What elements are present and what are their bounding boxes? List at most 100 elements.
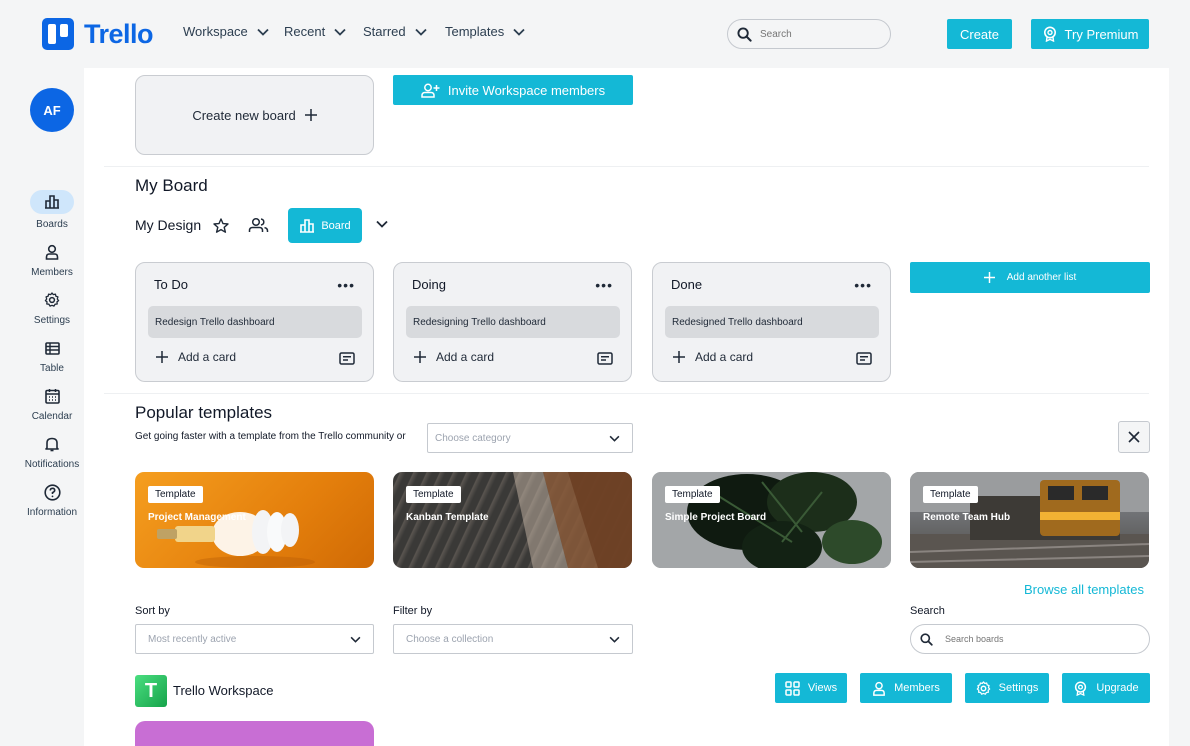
person-icon <box>873 681 885 696</box>
template-card-simple-project-board[interactable]: Template Simple Project Board <box>652 472 891 568</box>
more-icon[interactable]: ••• <box>337 277 355 293</box>
upgrade-label: Upgrade <box>1096 682 1139 694</box>
list-to-do: To Do ••• Redesign Trello dashboard Add … <box>135 262 374 382</box>
add-card-button[interactable]: Add a card <box>414 350 494 364</box>
nav-workspace[interactable]: Workspace <box>183 24 269 39</box>
workspace-logo: T <box>135 675 167 707</box>
create-new-board-label: Create new board <box>192 107 296 123</box>
sidebar-item-notifications[interactable]: Notifications <box>16 433 88 470</box>
add-another-list-button[interactable]: Add another list <box>910 262 1150 293</box>
avatar[interactable]: AF <box>30 88 74 132</box>
try-premium-button[interactable]: Try Premium <box>1031 19 1149 49</box>
add-card-label: Add a card <box>436 350 495 364</box>
add-card-button[interactable]: Add a card <box>673 350 753 364</box>
template-card-remote-team-hub[interactable]: Template Remote Team Hub <box>910 472 1149 568</box>
person-icon <box>30 241 74 263</box>
members-icon <box>248 217 269 232</box>
card[interactable]: Redesigned Trello dashboard <box>665 306 879 338</box>
members-label: Members <box>894 682 940 694</box>
filter-by-value: Choose a collection <box>406 633 494 645</box>
sidebar-item-calendar[interactable]: Calendar <box>16 385 88 422</box>
card-template-icon[interactable] <box>856 352 872 365</box>
invite-workspace-members-button[interactable]: Invite Workspace members <box>393 75 633 105</box>
workspace-members-button[interactable]: Members <box>860 673 952 703</box>
sidebar-item-members[interactable]: Members <box>16 241 88 278</box>
more-icon[interactable]: ••• <box>854 277 872 293</box>
gear-icon <box>976 680 990 695</box>
search-boards-input[interactable] <box>945 634 1125 644</box>
plus-icon <box>673 351 685 363</box>
add-card-button[interactable]: Add a card <box>156 350 236 364</box>
workspace-name: Trello Workspace <box>173 683 274 698</box>
chevron-down-icon <box>609 636 620 643</box>
sidebar-item-settings[interactable]: Settings <box>16 289 88 326</box>
card-template-icon[interactable] <box>339 352 355 365</box>
search-icon <box>920 632 933 646</box>
top-bar: Trello Workspace Recent Starred Template… <box>0 0 1190 68</box>
workspace-settings-button[interactable]: Settings <box>965 673 1049 703</box>
more-icon[interactable]: ••• <box>595 277 613 293</box>
plus-icon <box>414 351 426 363</box>
sidebar-item-label: Settings <box>33 315 71 326</box>
nav-label: Workspace <box>183 24 248 39</box>
help-icon <box>30 481 74 503</box>
list-title: Doing <box>412 277 446 292</box>
card[interactable]: Redesign Trello dashboard <box>148 306 362 338</box>
workspace-views-button[interactable]: Views <box>775 673 847 703</box>
board-view-button[interactable]: Board <box>288 208 362 243</box>
view-switcher-dropdown[interactable] <box>376 220 388 228</box>
sidebar-item-information[interactable]: Information <box>16 481 88 518</box>
search-boards[interactable] <box>910 624 1150 654</box>
sort-by-value: Most recently active <box>148 633 237 645</box>
board-members-button[interactable] <box>248 217 269 233</box>
card-template-icon[interactable] <box>597 352 613 365</box>
sidebar-item-table[interactable]: Table <box>16 337 88 374</box>
try-premium-label: Try Premium <box>1064 26 1139 42</box>
trello-logo[interactable]: Trello <box>42 18 154 50</box>
views-label: Views <box>807 682 838 694</box>
template-name: Kanban Template <box>406 512 489 523</box>
boards-icon <box>300 218 315 233</box>
chevron-down-icon <box>609 435 620 442</box>
my-board-title: My Board <box>135 176 208 195</box>
template-card-kanban[interactable]: Template Kanban Template <box>393 472 632 568</box>
browse-all-templates-link[interactable]: Browse all templates <box>1024 582 1144 597</box>
nav-templates[interactable]: Templates <box>445 24 525 39</box>
workspace-board-tile[interactable] <box>135 721 374 746</box>
create-new-board-button[interactable]: Create new board <box>135 75 374 155</box>
plus-icon <box>304 109 317 121</box>
create-button[interactable]: Create <box>947 19 1012 49</box>
invite-label: Invite Workspace members <box>447 82 606 98</box>
close-templates-button[interactable] <box>1118 421 1150 453</box>
add-list-label: Add another list <box>1006 272 1077 283</box>
sidebar-item-label: Table <box>40 363 64 374</box>
board-view-label: Board <box>321 219 351 232</box>
search-label: Search <box>910 605 945 617</box>
workspace-upgrade-button[interactable]: Upgrade <box>1062 673 1150 703</box>
table-icon <box>30 337 74 359</box>
workspace-logo-letter: T <box>144 679 158 702</box>
sort-by-select[interactable]: Most recently active <box>135 624 374 654</box>
star-button[interactable] <box>213 218 229 233</box>
sort-by-label: Sort by <box>135 605 170 617</box>
sidebar-item-label: Members <box>31 267 73 278</box>
nav-starred[interactable]: Starred <box>363 24 427 39</box>
sidebar-item-boards[interactable]: Boards <box>16 190 88 230</box>
nav-recent[interactable]: Recent <box>284 24 346 39</box>
top-search[interactable] <box>727 19 891 49</box>
close-icon <box>1128 431 1140 443</box>
filter-by-select[interactable]: Choose a collection <box>393 624 633 654</box>
template-badge: Template <box>665 486 720 503</box>
choose-category-select[interactable]: Choose category <box>427 423 633 453</box>
add-card-label: Add a card <box>178 350 237 364</box>
settings-label: Settings <box>998 682 1039 694</box>
top-search-input[interactable] <box>760 28 870 40</box>
bell-icon <box>30 433 74 455</box>
template-name: Simple Project Board <box>665 512 767 523</box>
premium-icon <box>1075 680 1087 696</box>
star-icon <box>213 218 229 233</box>
card[interactable]: Redesigning Trello dashboard <box>406 306 620 338</box>
trello-logo-icon <box>42 18 74 50</box>
chevron-down-icon <box>376 220 388 228</box>
template-card-project-management[interactable]: Template Project Management <box>135 472 374 568</box>
